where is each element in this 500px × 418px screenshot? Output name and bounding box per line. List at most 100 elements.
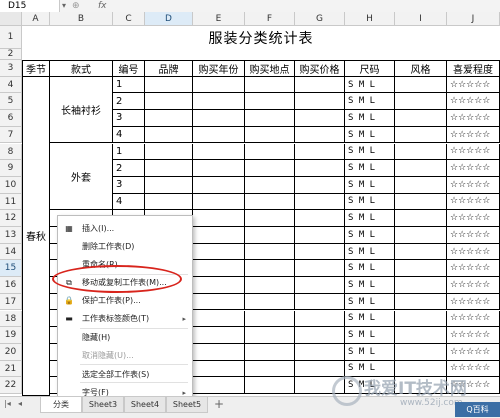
prev-sheet-icon[interactable]: ◂: [18, 399, 22, 408]
row-header-11[interactable]: 11: [0, 193, 22, 211]
tab-sheet3[interactable]: Sheet3: [82, 397, 124, 413]
size-cell[interactable]: S M L: [345, 343, 395, 361]
data-cell[interactable]: [193, 126, 245, 144]
size-cell[interactable]: S M L: [345, 160, 395, 177]
style-type-cell[interactable]: [395, 110, 447, 127]
data-cell[interactable]: [295, 260, 345, 278]
number-cell[interactable]: 3: [113, 110, 145, 127]
style-type-cell[interactable]: [395, 227, 447, 244]
data-cell[interactable]: [245, 126, 295, 144]
row-header-21[interactable]: 21: [0, 360, 22, 378]
rating-cell[interactable]: ☆☆☆☆☆: [447, 93, 500, 111]
row-header-20[interactable]: 20: [0, 343, 22, 361]
style-type-cell[interactable]: [395, 343, 447, 361]
data-cell[interactable]: [245, 210, 295, 227]
data-cell[interactable]: [245, 360, 295, 378]
column-header-a[interactable]: A: [22, 12, 50, 26]
row-header-16[interactable]: 16: [0, 277, 22, 294]
row-header-6[interactable]: 6: [0, 110, 22, 127]
size-cell[interactable]: S M L: [345, 327, 395, 344]
size-cell[interactable]: S M L: [345, 110, 395, 127]
data-cell[interactable]: [193, 176, 245, 194]
row-header-7[interactable]: 7: [0, 126, 22, 144]
column-header-f[interactable]: F: [245, 12, 295, 26]
number-cell[interactable]: 4: [113, 126, 145, 144]
rating-cell[interactable]: ☆☆☆☆☆: [447, 327, 500, 344]
size-cell[interactable]: S M L: [345, 143, 395, 161]
data-cell[interactable]: [295, 93, 345, 111]
data-cell[interactable]: [193, 193, 245, 211]
data-cell[interactable]: [295, 293, 345, 311]
data-cell[interactable]: [295, 143, 345, 161]
data-cell[interactable]: [295, 310, 345, 328]
name-box[interactable]: D15: [0, 0, 60, 12]
data-cell[interactable]: [193, 210, 245, 227]
data-cell[interactable]: [145, 110, 193, 127]
data-cell[interactable]: [295, 176, 345, 194]
size-cell[interactable]: S M L: [345, 260, 395, 278]
row-header-14[interactable]: 14: [0, 243, 22, 261]
data-cell[interactable]: [295, 210, 345, 227]
add-sheet-icon[interactable]: +: [214, 397, 224, 411]
rating-cell[interactable]: ☆☆☆☆☆: [447, 143, 500, 161]
size-cell[interactable]: S M L: [345, 243, 395, 261]
number-cell[interactable]: 1: [113, 76, 145, 94]
style-type-cell[interactable]: [395, 126, 447, 144]
data-cell[interactable]: [245, 193, 295, 211]
data-cell[interactable]: [193, 277, 245, 294]
row-header-1[interactable]: 1: [0, 26, 22, 49]
data-cell[interactable]: [295, 243, 345, 261]
style-type-cell[interactable]: [395, 310, 447, 328]
number-cell[interactable]: 3: [113, 176, 145, 194]
style-cell-shirt[interactable]: 长袖衬衫: [50, 76, 113, 144]
size-cell[interactable]: S M L: [345, 210, 395, 227]
header-cell[interactable]: 品牌: [145, 60, 193, 77]
data-cell[interactable]: [193, 377, 245, 394]
row-header-5[interactable]: 5: [0, 93, 22, 111]
row-header-19[interactable]: 19: [0, 327, 22, 344]
column-header-j[interactable]: J: [447, 12, 500, 26]
data-cell[interactable]: [245, 310, 295, 328]
rating-cell[interactable]: ☆☆☆☆☆: [447, 293, 500, 311]
size-cell[interactable]: S M L: [345, 93, 395, 111]
style-type-cell[interactable]: [395, 76, 447, 94]
size-cell[interactable]: S M L: [345, 310, 395, 328]
style-type-cell[interactable]: [395, 160, 447, 177]
tab-fenlei[interactable]: 分类: [40, 397, 82, 413]
rating-cell[interactable]: ☆☆☆☆☆: [447, 243, 500, 261]
number-cell[interactable]: 1: [113, 143, 145, 161]
rating-cell[interactable]: ☆☆☆☆☆: [447, 126, 500, 144]
header-cell[interactable]: 购买价格: [295, 60, 345, 77]
column-header-d[interactable]: D: [145, 12, 193, 26]
tab-sheet5[interactable]: Sheet5: [166, 397, 208, 413]
data-cell[interactable]: [193, 343, 245, 361]
size-cell[interactable]: S M L: [345, 293, 395, 311]
size-cell[interactable]: S M L: [345, 176, 395, 194]
data-cell[interactable]: [295, 227, 345, 244]
data-cell[interactable]: [245, 260, 295, 278]
chevron-down-icon[interactable]: ▾: [62, 0, 66, 12]
row-header-3[interactable]: 3: [0, 60, 22, 77]
size-cell[interactable]: S M L: [345, 126, 395, 144]
column-header-g[interactable]: G: [295, 12, 345, 26]
data-cell[interactable]: [193, 143, 245, 161]
data-cell[interactable]: [245, 327, 295, 344]
column-header-c[interactable]: C: [113, 12, 145, 26]
data-cell[interactable]: [193, 227, 245, 244]
data-cell[interactable]: [245, 93, 295, 111]
data-cell[interactable]: [295, 327, 345, 344]
row-header-2[interactable]: 2: [0, 49, 22, 60]
size-cell[interactable]: S M L: [345, 277, 395, 294]
style-type-cell[interactable]: [395, 193, 447, 211]
data-cell[interactable]: [193, 293, 245, 311]
data-cell[interactable]: [193, 327, 245, 344]
data-cell[interactable]: [245, 377, 295, 394]
column-header-i[interactable]: I: [395, 12, 447, 26]
data-cell[interactable]: [145, 126, 193, 144]
rating-cell[interactable]: ☆☆☆☆☆: [447, 343, 500, 361]
style-cell-coat[interactable]: 外套: [50, 143, 113, 211]
style-type-cell[interactable]: [395, 293, 447, 311]
header-cell[interactable]: 款式: [50, 60, 113, 77]
first-sheet-icon[interactable]: |◂: [4, 399, 11, 408]
style-type-cell[interactable]: [395, 143, 447, 161]
